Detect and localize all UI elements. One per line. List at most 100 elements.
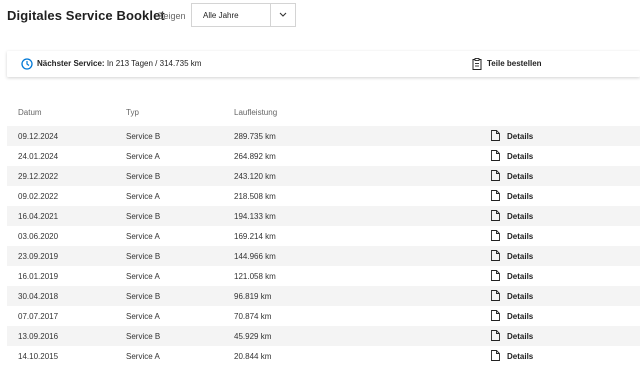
table-row: 30.04.2018 Service B 96.819 km Details (7, 286, 640, 306)
cell-date: 30.04.2018 (18, 292, 59, 301)
table-row: 09.02.2022 Service A 218.508 km Details (7, 186, 640, 206)
table-row: 16.01.2019 Service A 121.058 km Details (7, 266, 640, 286)
column-header-type: Typ (126, 108, 139, 117)
details-label: Details (507, 352, 534, 361)
chevron-down-icon (279, 12, 287, 17)
cell-date: 23.09.2019 (18, 252, 59, 261)
table-row: 23.09.2019 Service B 144.966 km Details (7, 246, 640, 266)
document-icon (491, 350, 500, 361)
cell-mileage: 20.844 km (234, 352, 272, 361)
details-link[interactable]: Details (491, 168, 551, 184)
table-row: 07.07.2017 Service A 70.874 km Details (7, 306, 640, 326)
details-label: Details (507, 312, 534, 321)
column-header-date: Datum (18, 108, 42, 117)
document-icon (491, 230, 500, 241)
cell-type: Service B (126, 292, 161, 301)
details-label: Details (507, 152, 534, 161)
cell-mileage: 289.735 km (234, 132, 276, 141)
order-parts-label: Teile bestellen (487, 59, 542, 68)
table-header: Datum Typ Laufleistung (7, 104, 640, 126)
details-link[interactable]: Details (491, 348, 551, 364)
cell-date: 24.01.2024 (18, 152, 59, 161)
cell-date: 16.04.2021 (18, 212, 59, 221)
details-label: Details (507, 212, 534, 221)
cell-mileage: 169.214 km (234, 232, 276, 241)
cell-type: Service B (126, 132, 161, 141)
table-row: 14.10.2015 Service A 20.844 km Details (7, 346, 640, 366)
document-icon (491, 130, 500, 141)
document-icon (491, 150, 500, 161)
cell-mileage: 45.929 km (234, 332, 272, 341)
cell-type: Service A (126, 352, 160, 361)
cell-date: 09.12.2024 (18, 132, 59, 141)
table-row: 13.09.2016 Service B 45.929 km Details (7, 326, 640, 346)
cell-type: Service A (126, 152, 160, 161)
details-label: Details (507, 252, 534, 261)
year-filter-value: Alle Jahre (203, 11, 239, 20)
cell-type: Service B (126, 212, 161, 221)
cell-date: 03.06.2020 (18, 232, 59, 241)
document-icon (491, 270, 500, 281)
cell-type: Service A (126, 192, 160, 201)
cell-date: 07.07.2017 (18, 312, 59, 321)
cell-mileage: 121.058 km (234, 272, 276, 281)
table-body: 09.12.2024 Service B 289.735 km Details 24.0… (7, 126, 640, 366)
details-link[interactable]: Details (491, 308, 551, 324)
details-label: Details (507, 192, 534, 201)
cell-type: Service B (126, 252, 161, 261)
cell-type: Service A (126, 272, 160, 281)
details-link[interactable]: Details (491, 128, 551, 144)
details-link[interactable]: Details (491, 328, 551, 344)
cell-type: Service B (126, 332, 161, 341)
cell-mileage: 96.819 km (234, 292, 272, 301)
details-label: Details (507, 292, 534, 301)
cell-type: Service B (126, 172, 161, 181)
cell-date: 16.01.2019 (18, 272, 59, 281)
document-icon (491, 250, 500, 261)
cell-mileage: 144.966 km (234, 252, 276, 261)
column-header-mileage: Laufleistung (234, 108, 278, 117)
details-link[interactable]: Details (491, 208, 551, 224)
details-link[interactable]: Details (491, 248, 551, 264)
table-row: 16.04.2021 Service B 194.133 km Details (7, 206, 640, 226)
cell-mileage: 243.120 km (234, 172, 276, 181)
cell-date: 09.02.2022 (18, 192, 59, 201)
next-service-card: Nächster Service: In 213 Tagen / 314.735… (7, 51, 640, 77)
cell-mileage: 194.133 km (234, 212, 276, 221)
details-link[interactable]: Details (491, 268, 551, 284)
table-row: 09.12.2024 Service B 289.735 km Details (7, 126, 640, 146)
cell-date: 14.10.2015 (18, 352, 59, 361)
details-label: Details (507, 132, 534, 141)
details-label: Details (507, 272, 534, 281)
document-icon (491, 330, 500, 341)
clipboard-icon (472, 58, 482, 70)
next-service-label: Nächster Service: (37, 59, 105, 68)
page-title: Digitales Service Booklet (7, 8, 165, 23)
cell-type: Service A (126, 232, 160, 241)
table-row: 24.01.2024 Service A 264.892 km Details (7, 146, 640, 166)
next-service-info: Nächster Service: In 213 Tagen / 314.735… (37, 59, 201, 68)
cell-date: 13.09.2016 (18, 332, 59, 341)
details-link[interactable]: Details (491, 148, 551, 164)
table-row: 03.06.2020 Service A 169.214 km Details (7, 226, 640, 246)
service-history-table: Datum Typ Laufleistung 09.12.2024 Service… (7, 104, 640, 366)
details-label: Details (507, 332, 534, 341)
document-icon (491, 190, 500, 201)
document-icon (491, 310, 500, 321)
details-link[interactable]: Details (491, 188, 551, 204)
next-service-value: In 213 Tagen / 314.735 km (106, 59, 202, 68)
details-link[interactable]: Details (491, 228, 551, 244)
cell-mileage: 264.892 km (234, 152, 276, 161)
select-divider (270, 4, 271, 26)
cell-mileage: 218.508 km (234, 192, 276, 201)
page-header: Digitales Service Booklet Zeigen Alle Ja… (0, 0, 640, 34)
cell-type: Service A (126, 312, 160, 321)
details-label: Details (507, 232, 534, 241)
year-filter-select[interactable]: Alle Jahre (191, 3, 296, 27)
document-icon (491, 290, 500, 301)
document-icon (491, 210, 500, 221)
year-filter-label: Zeigen (158, 11, 186, 21)
details-link[interactable]: Details (491, 288, 551, 304)
cell-date: 29.12.2022 (18, 172, 59, 181)
cell-mileage: 70.874 km (234, 312, 272, 321)
